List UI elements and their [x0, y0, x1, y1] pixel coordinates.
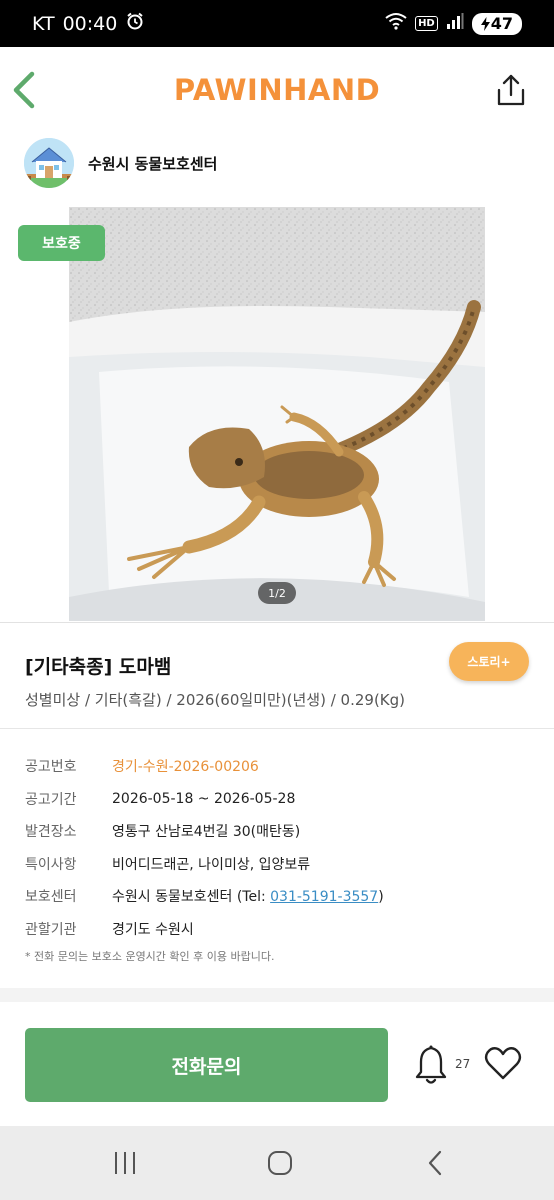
- house-icon: [24, 138, 74, 188]
- notification-button[interactable]: [413, 1044, 449, 1086]
- system-back-icon: [428, 1150, 442, 1176]
- phone-link[interactable]: 031-5191-3557: [270, 889, 378, 905]
- wifi-icon: [385, 12, 407, 35]
- clock: 00:40: [62, 12, 118, 35]
- system-back-button[interactable]: [427, 1150, 443, 1176]
- info-label: 공고번호: [25, 759, 77, 776]
- shelter-row[interactable]: 수원시 동물보호센터: [24, 138, 217, 188]
- info-label: 관할기관: [25, 921, 77, 938]
- info-label: 보호센터: [25, 889, 77, 906]
- info-row-period: 공고기간 2026-05-18 ~ 2026-05-28: [25, 783, 384, 816]
- story-button[interactable]: 스토리+: [449, 642, 529, 681]
- shelter-info-close: ): [378, 889, 384, 906]
- info-row-shelter: 보호센터 수원시 동물보호센터 (Tel: 031-5191-3557): [25, 880, 384, 913]
- info-row-notice-no: 공고번호 경기-수원-2026-00206: [25, 750, 384, 783]
- info-row-found-place: 발견장소 영통구 산남로4번길 30(매탄동): [25, 815, 384, 848]
- status-badge: 보호중: [18, 225, 105, 261]
- brand-logo: PAWINHAND: [173, 73, 381, 107]
- animal-photo[interactable]: [69, 207, 485, 621]
- info-label: 공고기간: [25, 791, 77, 808]
- animal-title: [기타축종] 도마뱀: [25, 656, 172, 678]
- info-label: 특이사항: [25, 856, 77, 873]
- bell-icon: [415, 1045, 447, 1084]
- recent-apps-button[interactable]: [113, 1151, 137, 1175]
- status-bar: KT 00:40 HD 47: [0, 0, 554, 47]
- lizard-photo-image: [69, 207, 485, 621]
- app-header: PAWINHAND: [0, 47, 554, 133]
- shelter-info: 수원시 동물보호센터 (Tel: 031-5191-3557): [112, 886, 384, 906]
- section-separator: [0, 988, 554, 1002]
- share-icon: [497, 74, 525, 106]
- notice-number: 경기-수원-2026-00206: [112, 759, 259, 776]
- carrier: KT: [32, 12, 55, 35]
- photo-page-indicator: 1/2: [258, 582, 296, 604]
- shelter-name: 수원시 동물보호센터: [88, 154, 218, 173]
- info-table: 공고번호 경기-수원-2026-00206 공고기간 2026-05-18 ~ …: [25, 750, 384, 945]
- charging-icon: [480, 16, 490, 31]
- animal-summary: 성별미상 / 기타(흑갈) / 2026(60일미만)(년생) / 0.29(K…: [25, 691, 406, 709]
- back-arrow-icon: [13, 71, 35, 109]
- info-label: 발견장소: [25, 824, 77, 841]
- found-place: 영통구 산남로4번길 30(매탄동): [112, 824, 301, 841]
- shelter-info-text: 수원시 동물보호센터 (Tel:: [112, 889, 271, 906]
- phone-note: * 전화 문의는 보호소 운영시간 확인 후 이용 바랍니다.: [25, 950, 275, 963]
- special-notes: 비어디드래곤, 나이미상, 입양보류: [112, 856, 311, 873]
- agency: 경기도 수원시: [112, 921, 194, 938]
- favorite-button[interactable]: [484, 1045, 522, 1081]
- heart-icon: [484, 1047, 522, 1080]
- recent-apps-icon: [115, 1152, 135, 1174]
- battery-indicator: 47: [471, 12, 522, 35]
- battery-level: 47: [490, 14, 513, 33]
- notification-count: 27: [455, 1057, 471, 1071]
- back-button[interactable]: [8, 69, 42, 111]
- home-icon: [268, 1151, 292, 1175]
- hd-badge: HD: [415, 16, 438, 31]
- share-button[interactable]: [496, 73, 526, 107]
- divider: [0, 622, 554, 623]
- signal-icon: [446, 12, 464, 35]
- info-row-special: 특이사항 비어디드래곤, 나이미상, 입양보류: [25, 848, 384, 881]
- notice-period: 2026-05-18 ~ 2026-05-28: [112, 790, 296, 807]
- alarm-icon: [125, 11, 145, 36]
- info-row-agency: 관할기관 경기도 수원시: [25, 913, 384, 946]
- divider: [0, 728, 554, 729]
- shelter-avatar: [24, 138, 74, 188]
- call-button[interactable]: 전화문의: [25, 1028, 388, 1102]
- home-button[interactable]: [267, 1150, 293, 1176]
